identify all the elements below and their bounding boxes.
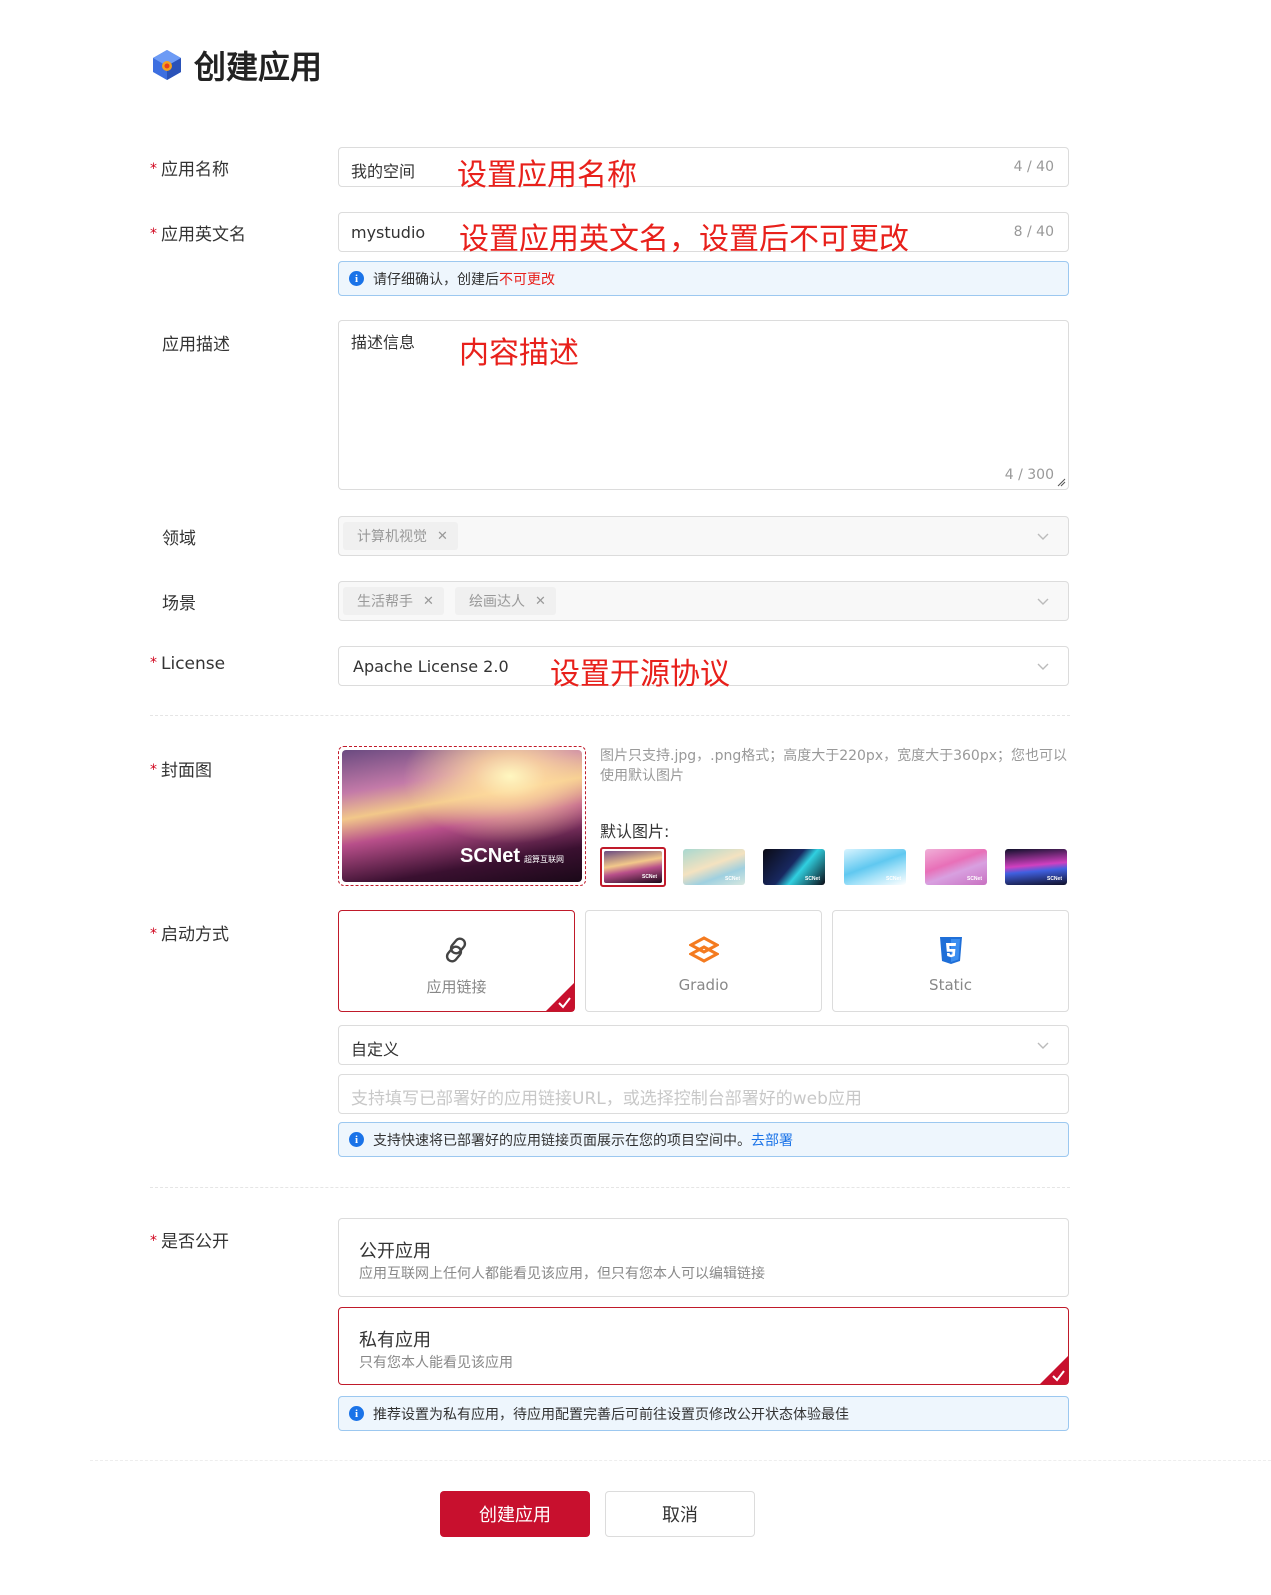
deploy-link[interactable]: 去部署 [751, 1130, 793, 1150]
license-value: Apache License 2.0 [353, 657, 509, 676]
license-label: * License [150, 654, 226, 674]
cover-label: * 封面图 [150, 761, 212, 781]
launch-option-link[interactable]: 应用链接 [338, 910, 575, 1012]
cover-image: SCNet 超算互联网 [342, 750, 582, 882]
app-en-name-value: mystudio [351, 223, 426, 242]
default-thumb[interactable]: SCNet [844, 849, 906, 885]
launch-option-label: Gradio [678, 976, 729, 994]
visibility-option-public[interactable]: 公开应用 应用互联网上任何人都能看见该应用，但只有您本人可以编辑链接 [338, 1218, 1069, 1297]
option-title: 公开应用 [359, 1241, 431, 1262]
tag-remove-icon[interactable]: ✕ [535, 594, 546, 609]
info-text: 推荐设置为私有应用，待应用配置完善后可前往设置页修改公开状态体验最佳 [373, 1406, 849, 1423]
scene-select[interactable]: 生活帮手 ✕ 绘画达人 ✕ [338, 581, 1069, 621]
resize-grip-icon[interactable] [1056, 477, 1066, 487]
scene-tag: 绘画达人 ✕ [455, 587, 556, 615]
default-images-label: 默认图片: [600, 822, 670, 841]
divider [150, 715, 1070, 716]
name-annotation: 设置应用名称 [457, 158, 637, 193]
desc-annotation: 内容描述 [459, 336, 579, 371]
domain-tag: 计算机视觉 ✕ [343, 522, 458, 550]
scene-tag: 生活帮手 ✕ [343, 587, 444, 615]
brand-logo: SCNet 超算互联网 [459, 845, 564, 867]
html5-icon [939, 937, 962, 964]
launch-option-static[interactable]: Static [832, 910, 1069, 1012]
app-desc-textarea[interactable]: 描述信息 4 / 300 [338, 320, 1069, 490]
divider [150, 1187, 1070, 1188]
default-thumb[interactable]: SCNet [1005, 849, 1067, 885]
launch-mode-value: 自定义 [351, 1040, 400, 1059]
default-thumb[interactable]: SCNet [600, 847, 666, 887]
info-icon: i [349, 1132, 364, 1147]
launch-option-label: Static [929, 976, 972, 994]
app-en-name-count: 8 / 40 [1013, 224, 1054, 240]
tag-remove-icon[interactable]: ✕ [423, 594, 434, 609]
tag-remove-icon[interactable]: ✕ [437, 529, 448, 544]
info-highlight: 不可更改 [499, 271, 555, 288]
en-name-annotation: 设置应用英文名，设置后不可更改 [459, 222, 909, 257]
divider [90, 1460, 1271, 1461]
deploy-info-alert: i 支持快速将已部署好的应用链接页面展示在您的项目空间中。 去部署 [338, 1122, 1069, 1157]
launch-option-label: 应用链接 [426, 978, 487, 996]
app-url-input[interactable]: 支持填写已部署好的应用链接URL，或选择控制台部署好的web应用 [338, 1074, 1069, 1114]
url-placeholder: 支持填写已部署好的应用链接URL，或选择控制台部署好的web应用 [351, 1089, 862, 1109]
gradio-icon [688, 936, 719, 963]
launch-label: * 启动方式 [150, 925, 229, 945]
en-name-label: * 应用英文名 [150, 225, 246, 245]
desc-value: 描述信息 [351, 333, 416, 352]
app-name-value: 我的空间 [351, 162, 416, 181]
chevron-down-icon [1037, 598, 1049, 605]
info-text: 请仔细确认，创建后 [373, 271, 499, 288]
cover-hint: 图片只支持.jpg，.png格式；高度大于220px，宽度大于360px；您也可… [600, 748, 1067, 784]
create-app-button[interactable]: 创建应用 [440, 1491, 590, 1537]
app-name-count: 4 / 40 [1013, 159, 1054, 175]
option-title: 私有应用 [359, 1330, 431, 1351]
cover-upload[interactable]: SCNet 超算互联网 [338, 746, 586, 886]
info-icon: i [349, 1406, 364, 1421]
info-icon: i [349, 271, 364, 286]
chevron-down-icon [1037, 663, 1049, 670]
scene-label: 场景 [162, 594, 196, 614]
option-desc: 只有您本人能看见该应用 [359, 1355, 513, 1371]
desc-count: 4 / 300 [1004, 467, 1054, 483]
visibility-option-private[interactable]: 私有应用 只有您本人能看见该应用 [338, 1307, 1069, 1385]
chevron-down-icon [1037, 1042, 1049, 1049]
page-header: 创建应用 [150, 42, 322, 88]
app-name-input[interactable]: 我的空间 4 / 40 [338, 147, 1069, 187]
visibility-info-alert: i 推荐设置为私有应用，待应用配置完善后可前往设置页修改公开状态体验最佳 [338, 1396, 1069, 1431]
option-desc: 应用互联网上任何人都能看见该应用，但只有您本人可以编辑链接 [359, 1266, 765, 1282]
default-thumb[interactable]: SCNet [925, 849, 987, 885]
domain-label: 领域 [162, 529, 196, 549]
chevron-down-icon [1037, 533, 1049, 540]
launch-option-gradio[interactable]: Gradio [585, 910, 822, 1012]
page-title: 创建应用 [194, 48, 323, 86]
desc-label: 应用描述 [162, 335, 230, 355]
cancel-button[interactable]: 取消 [605, 1491, 755, 1537]
check-corner-icon [1040, 1356, 1068, 1384]
default-thumb[interactable]: SCNet [763, 849, 825, 885]
name-label: * 应用名称 [150, 160, 229, 180]
launch-mode-select[interactable]: 自定义 [338, 1025, 1069, 1065]
visibility-label: * 是否公开 [150, 1232, 229, 1252]
link-icon [445, 937, 466, 963]
license-annotation: 设置开源协议 [550, 657, 730, 692]
domain-select[interactable]: 计算机视觉 ✕ [338, 516, 1069, 556]
en-name-info-alert: i 请仔细确认，创建后 不可更改 [338, 261, 1069, 296]
default-thumb[interactable]: SCNet [683, 849, 745, 885]
info-text: 支持快速将已部署好的应用链接页面展示在您的项目空间中。 [373, 1132, 751, 1149]
check-corner-icon [546, 983, 574, 1011]
app-cube-icon [153, 50, 181, 80]
